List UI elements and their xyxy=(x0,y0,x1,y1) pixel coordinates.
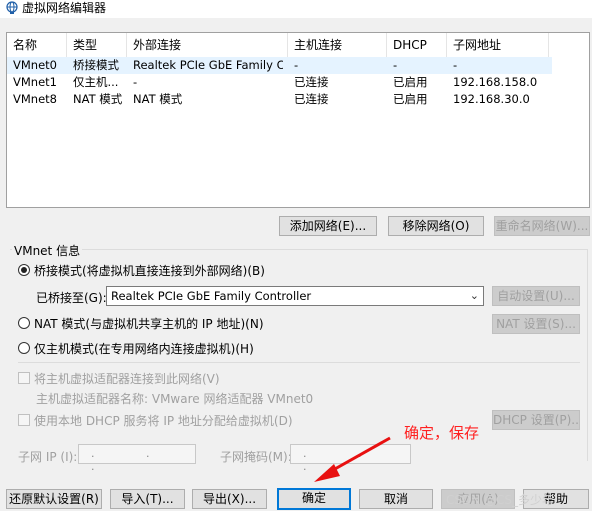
table-cell: 已连接 xyxy=(294,92,329,106)
annotation-text: 确定，保存 xyxy=(404,424,480,442)
add-network-button[interactable]: 添加网络(E)... xyxy=(279,216,377,236)
import-button[interactable]: 导入(T)... xyxy=(110,489,185,509)
table-cell: 已启用 xyxy=(393,75,428,89)
table-cell: 192.168.158.0 xyxy=(453,75,538,89)
table-cell: 已启用 xyxy=(393,92,428,106)
network-globe-icon xyxy=(5,1,19,15)
table-cell: 桥接模式 xyxy=(73,58,119,72)
table-cell: VMnet8 xyxy=(13,92,57,106)
bridged-adapter-select[interactable]: Realtek PCIe GbE Family Controller ⌄ xyxy=(106,286,484,306)
table-cell: - xyxy=(393,58,398,72)
subnet-mask-label: 子网掩码(M): xyxy=(220,450,292,464)
table-cell: - xyxy=(294,58,299,72)
subnet-ip-label: 子网 IP (I): xyxy=(18,450,78,464)
export-button[interactable]: 导出(X)... xyxy=(192,489,267,509)
table-cell: VMnet0 xyxy=(13,58,57,72)
divider xyxy=(18,362,580,363)
watermark-text: CSDN @CS_多少年 xyxy=(446,493,555,507)
bridged-to-label: 已桥接至(G): xyxy=(36,291,107,305)
annotation-arrow-icon xyxy=(314,436,391,482)
nat-mode-label[interactable]: NAT 模式(与虚拟机共享主机的 IP 地址)(N) xyxy=(34,315,264,332)
nat-mode-radio[interactable] xyxy=(18,317,30,329)
dhcp-settings-button[interactable]: DHCP 设置(P)... xyxy=(492,410,580,430)
table-cell: 仅主机... xyxy=(73,75,119,89)
table-cell: - xyxy=(133,75,138,89)
rename-network-button[interactable]: 重命名网络(W)... xyxy=(494,216,590,236)
window-title: 虚拟网络编辑器 xyxy=(22,1,107,15)
nat-settings-button[interactable]: NAT 设置(S)... xyxy=(492,314,580,334)
ok-button[interactable]: 确定 xyxy=(277,488,351,510)
table-cell: 192.168.30.0 xyxy=(453,92,530,106)
column-header-dhcp[interactable]: DHCP xyxy=(387,33,447,57)
connect-adapter-label[interactable]: 将主机虚拟适配器连接到此网络(V) xyxy=(34,370,220,387)
table-cell: Realtek PCIe GbE Family Co... xyxy=(133,58,283,72)
restore-defaults-button[interactable]: 还原默认设置(R) xyxy=(6,489,102,509)
column-header-external[interactable]: 外部连接 xyxy=(127,33,288,57)
column-header-type[interactable]: 类型 xyxy=(67,33,127,57)
column-header-subnet[interactable]: 子网地址 xyxy=(447,33,549,57)
table-row[interactable]: VMnet0 桥接模式 Realtek PCIe GbE Family Co..… xyxy=(7,57,552,74)
column-header-host[interactable]: 主机连接 xyxy=(288,33,387,57)
bridged-adapter-value: Realtek PCIe GbE Family Controller xyxy=(111,289,312,303)
table-cell: - xyxy=(453,58,458,72)
network-list[interactable]: 名称 类型 外部连接 主机连接 DHCP 子网地址 VMnet0 桥接模式 Re… xyxy=(6,32,590,208)
use-dhcp-label[interactable]: 使用本地 DHCP 服务将 IP 地址分配给虚拟机(D) xyxy=(34,412,293,429)
table-row[interactable]: VMnet1 仅主机... - 已连接 已启用 192.168.158.0 xyxy=(7,74,552,91)
remove-network-button[interactable]: 移除网络(O) xyxy=(388,216,484,236)
vmnet-info-label: VMnet 信息 xyxy=(12,242,83,259)
table-cell: NAT 模式 xyxy=(133,92,183,106)
chevron-down-icon: ⌄ xyxy=(469,289,479,302)
subnet-ip-input[interactable]: . . . xyxy=(78,444,196,473)
cancel-button[interactable]: 取消 xyxy=(359,489,433,509)
subnet-ip-dots: . . . xyxy=(91,447,174,473)
use-dhcp-checkbox[interactable] xyxy=(18,414,30,426)
table-cell: VMnet1 xyxy=(13,75,57,89)
auto-settings-button[interactable]: 自动设置(U)... xyxy=(492,286,580,306)
bridge-mode-radio[interactable] xyxy=(18,264,30,276)
adapter-name-label: 主机虚拟适配器名称: VMware 网络适配器 VMnet0 xyxy=(36,392,314,406)
table-cell: NAT 模式 xyxy=(73,92,123,106)
host-only-radio[interactable] xyxy=(18,342,30,354)
table-cell: 已连接 xyxy=(294,75,329,89)
bridge-mode-label[interactable]: 桥接模式(将虚拟机直接连接到外部网络)(B) xyxy=(34,262,265,279)
column-header-name[interactable]: 名称 xyxy=(7,33,67,57)
host-only-label[interactable]: 仅主机模式(在专用网络内连接虚拟机)(H) xyxy=(34,340,254,357)
title-bar: 虚拟网络编辑器 xyxy=(0,0,592,18)
table-row[interactable]: VMnet8 NAT 模式 NAT 模式 已连接 已启用 192.168.30.… xyxy=(7,91,552,108)
connect-adapter-checkbox[interactable] xyxy=(18,372,30,384)
